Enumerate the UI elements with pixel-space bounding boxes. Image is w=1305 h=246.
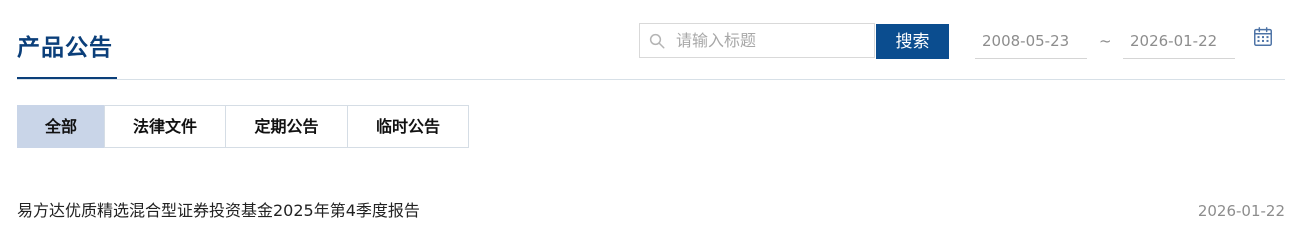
product-announcements-page: 产品公告 搜索 2008-05-23 ~ 2026-01-22 [0,0,1305,246]
search-button[interactable]: 搜索 [876,24,949,59]
calendar-icon[interactable] [1252,26,1274,48]
announcement-header: 产品公告 搜索 2008-05-23 ~ 2026-01-22 [0,0,1305,80]
start-date-field[interactable]: 2008-05-23 [975,24,1087,59]
announcement-category-tabs: 全部 法律文件 定期公告 临时公告 [17,105,469,148]
search-icon [649,33,665,49]
tab-periodic-announcements[interactable]: 定期公告 [225,105,348,148]
announcement-row[interactable]: 易方达优质精选混合型证券投资基金2025年第4季度报告 2026-01-22 [17,196,1285,226]
search-box [639,23,875,58]
page-title: 产品公告 [17,35,113,61]
announcement-title-link[interactable]: 易方达优质精选混合型证券投资基金2025年第4季度报告 [17,200,420,222]
tab-temporary-announcements[interactable]: 临时公告 [347,105,469,148]
end-date-field[interactable]: 2026-01-22 [1123,24,1235,59]
tab-legal-documents[interactable]: 法律文件 [104,105,226,148]
header-divider [17,79,1285,80]
search-input[interactable] [676,25,866,56]
announcement-date: 2026-01-22 [1197,202,1285,220]
tab-all[interactable]: 全部 [17,105,105,148]
date-range-separator: ~ [1099,32,1112,50]
